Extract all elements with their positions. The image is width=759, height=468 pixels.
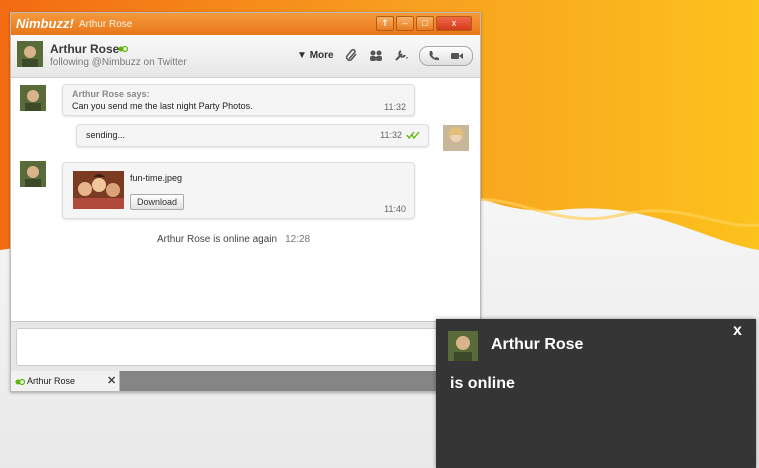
app-logo: Nimbuzz! — [16, 16, 74, 31]
more-menu-button[interactable]: ▼ More — [297, 50, 334, 61]
file-name: fun-time.jpeg — [130, 173, 183, 183]
notification-close-button[interactable]: x — [733, 322, 742, 340]
download-button[interactable]: Download — [130, 194, 185, 210]
notification-avatar — [448, 331, 478, 361]
my-avatar — [443, 125, 469, 151]
system-message: Arthur Rose is online again 12:28 — [157, 234, 310, 245]
maximize-button[interactable]: □ — [416, 16, 434, 31]
more-label: More — [309, 50, 334, 61]
tab-arthur-rose[interactable]: Arthur Rose ✕ — [11, 371, 120, 391]
tab-label: Arthur Rose — [27, 376, 76, 386]
online-status-icon — [118, 45, 128, 53]
message-time: 11:32 — [380, 130, 402, 140]
message-bubble: Arthur Rose says: Can you send me the la… — [62, 84, 415, 116]
pin-button[interactable]: ⇑ — [376, 16, 394, 31]
contact-header: Arthur Rose following @Nimbuzz on Twitte… — [11, 35, 480, 78]
outgoing-message-bubble: sending... 11:32 — [76, 124, 429, 147]
notification-contact-name: Arthur Rose — [491, 336, 584, 353]
chat-window: Nimbuzz! Arthur Rose ⇑ – □ x Arthur Rose… — [10, 12, 481, 392]
contact-name: Arthur Rose — [50, 42, 120, 56]
message-text: Can you send me the last night Party Pho… — [72, 101, 253, 111]
window-title: Arthur Rose — [79, 19, 133, 30]
message-sender: Arthur Rose says: — [72, 89, 150, 99]
chat-history[interactable]: Arthur Rose says: Can you send me the la… — [11, 78, 480, 321]
system-message-time: 12:28 — [285, 234, 311, 245]
close-button[interactable]: x — [436, 16, 472, 31]
system-message-text: Arthur Rose is online again — [157, 234, 278, 245]
dropdown-arrow-icon: ▼ — [297, 50, 310, 61]
online-status-icon — [15, 378, 25, 386]
title-bar[interactable]: Nimbuzz! Arthur Rose ⇑ – □ x — [11, 13, 480, 35]
online-notification-popup[interactable]: Arthur Rose is online x — [436, 319, 756, 468]
message-time: 11:32 — [384, 102, 406, 112]
delivered-checkmark-icon — [406, 131, 420, 139]
file-transfer-bubble: fun-time.jpeg Download 11:40 — [62, 162, 415, 219]
contact-subtitle: following @Nimbuzz on Twitter — [50, 57, 187, 68]
video-call-icon[interactable] — [450, 49, 464, 67]
minimize-button[interactable]: – — [396, 16, 414, 31]
attachment-icon[interactable] — [344, 48, 360, 62]
contact-avatar[interactable] — [17, 41, 43, 67]
notification-status: is online — [450, 375, 515, 392]
message-text: sending... — [86, 130, 126, 140]
contact-avatar — [20, 161, 46, 187]
tools-icon[interactable] — [393, 48, 409, 62]
message-time: 11:40 — [384, 204, 406, 214]
message-input[interactable] — [16, 328, 478, 366]
conversation-tab-bar: Arthur Rose ✕ — [11, 371, 480, 391]
call-controls — [419, 46, 473, 66]
compose-area — [11, 321, 480, 372]
file-thumbnail[interactable] — [73, 171, 124, 209]
voice-call-icon[interactable] — [428, 49, 440, 67]
tab-close-icon[interactable]: ✕ — [107, 374, 116, 387]
contact-avatar — [20, 85, 46, 111]
add-contact-icon[interactable] — [368, 48, 384, 62]
